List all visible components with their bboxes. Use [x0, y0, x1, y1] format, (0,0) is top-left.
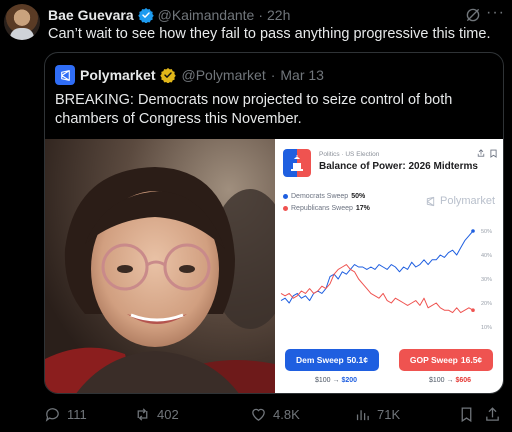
reply-icon	[45, 408, 59, 422]
quote-text: BREAKING: Democrats now projected to sei…	[55, 92, 453, 127]
repost-button[interactable]: 402	[134, 406, 179, 423]
quote-author-name[interactable]: Polymarket	[80, 67, 155, 83]
post[interactable]: Bae Guevara @Kaimandante · 22h ··· Can’t…	[0, 0, 512, 432]
gop-payout-from: $100	[429, 377, 445, 384]
odds-chart: 50% 40% 30% 20% 10%	[280, 229, 492, 331]
gop-payout: $100 → $606	[429, 377, 471, 384]
legend-dem: Democrats Sweep 50%	[283, 193, 365, 200]
gop-payout-arrow: →	[446, 377, 454, 384]
legend-gop-name: Republicans Sweep	[291, 205, 353, 212]
capitol-flag-icon	[283, 149, 311, 177]
like-button[interactable]: 4.8K	[250, 406, 300, 423]
author-avatar[interactable]	[4, 4, 40, 40]
share-icon	[486, 407, 499, 421]
market-category: Politics · US Election	[319, 151, 380, 158]
author-handle[interactable]: @Kaimandante	[158, 7, 255, 23]
views-count: 71K	[377, 407, 401, 422]
legend-gop-pct: 17%	[355, 205, 370, 212]
dem-series-line	[280, 230, 474, 304]
quoted-post[interactable]: Polymarket @Polymarket · Mar 13 BREAKING…	[44, 52, 504, 394]
gop-button-label: GOP Sweep	[409, 355, 458, 365]
views-button[interactable]: 71K	[354, 406, 400, 423]
author-name[interactable]: Bae Guevara	[48, 7, 134, 23]
like-count: 4.8K	[273, 407, 300, 422]
gold-verified-icon	[160, 68, 177, 83]
gop-payout-to: $606	[455, 377, 472, 384]
dem-series-endpoint	[471, 229, 475, 233]
action-bar: 111 402 4.8K 71K	[44, 406, 504, 426]
dem-dot-icon	[283, 194, 288, 199]
grok-icon[interactable]	[464, 6, 482, 24]
gop-sweep-button[interactable]: GOP Sweep 16.5¢	[399, 349, 493, 371]
polymarket-card[interactable]: Politics · US Election Balance of Power:…	[275, 139, 503, 393]
bookmark-icon	[461, 407, 472, 423]
bookmark-icon[interactable]	[490, 149, 497, 158]
polymarket-watermark: Polymarket	[425, 195, 495, 207]
quote-time[interactable]: Mar 13	[280, 67, 324, 83]
y-tick-label: 30%	[481, 277, 492, 283]
post-header: Bae Guevara @Kaimandante · 22h	[48, 6, 290, 24]
repost-icon	[137, 408, 148, 421]
y-tick-label: 40%	[481, 253, 492, 259]
verified-badge-icon	[137, 8, 154, 23]
gop-series-endpoint	[471, 308, 475, 312]
dem-payout: $100 → $200	[315, 377, 357, 384]
legend-dem-name: Democrats Sweep	[291, 193, 349, 200]
reply-count: 111	[67, 407, 87, 422]
dem-button-price: 50.1¢	[346, 355, 368, 365]
post-time[interactable]: 22h	[267, 7, 290, 23]
politician-photo[interactable]	[45, 139, 275, 393]
dem-payout-to: $200	[341, 377, 358, 384]
dem-sweep-button[interactable]: Dem Sweep 50.1¢	[285, 349, 379, 371]
views-icon	[356, 410, 369, 421]
reply-button[interactable]: 111	[44, 406, 87, 423]
gop-dot-icon	[283, 206, 288, 211]
market-title[interactable]: Balance of Power: 2026 Midterms	[319, 161, 478, 172]
bookmark-button[interactable]	[458, 406, 475, 423]
dem-payout-arrow: →	[332, 377, 340, 384]
legend-dem-pct: 50%	[351, 193, 366, 200]
separator-dot: ·	[258, 7, 263, 23]
dem-button-label: Dem Sweep	[296, 355, 344, 365]
y-tick-label: 10%	[481, 325, 492, 331]
quote-header: Polymarket @Polymarket · Mar 13	[55, 65, 324, 85]
y-tick-label: 50%	[481, 229, 492, 235]
gop-series-line	[280, 264, 474, 314]
heart-icon	[252, 408, 265, 421]
share-icon[interactable]	[477, 149, 485, 157]
y-tick-label: 20%	[481, 301, 492, 307]
repost-count: 402	[157, 407, 179, 422]
legend-gop: Republicans Sweep 17%	[283, 205, 370, 212]
more-icon[interactable]: ···	[486, 5, 506, 24]
polymarket-logo-icon[interactable]	[55, 65, 75, 85]
polymarket-watermark-icon	[426, 196, 435, 206]
quote-author-handle[interactable]: @Polymarket	[181, 67, 265, 83]
gop-button-price: 16.5¢	[460, 355, 483, 365]
share-button[interactable]	[484, 406, 501, 423]
separator-dot: ·	[270, 67, 276, 83]
watermark-text: Polymarket	[440, 195, 496, 207]
post-text: Can’t wait to see how they fail to pass …	[48, 26, 491, 42]
dem-payout-from: $100	[315, 377, 331, 384]
